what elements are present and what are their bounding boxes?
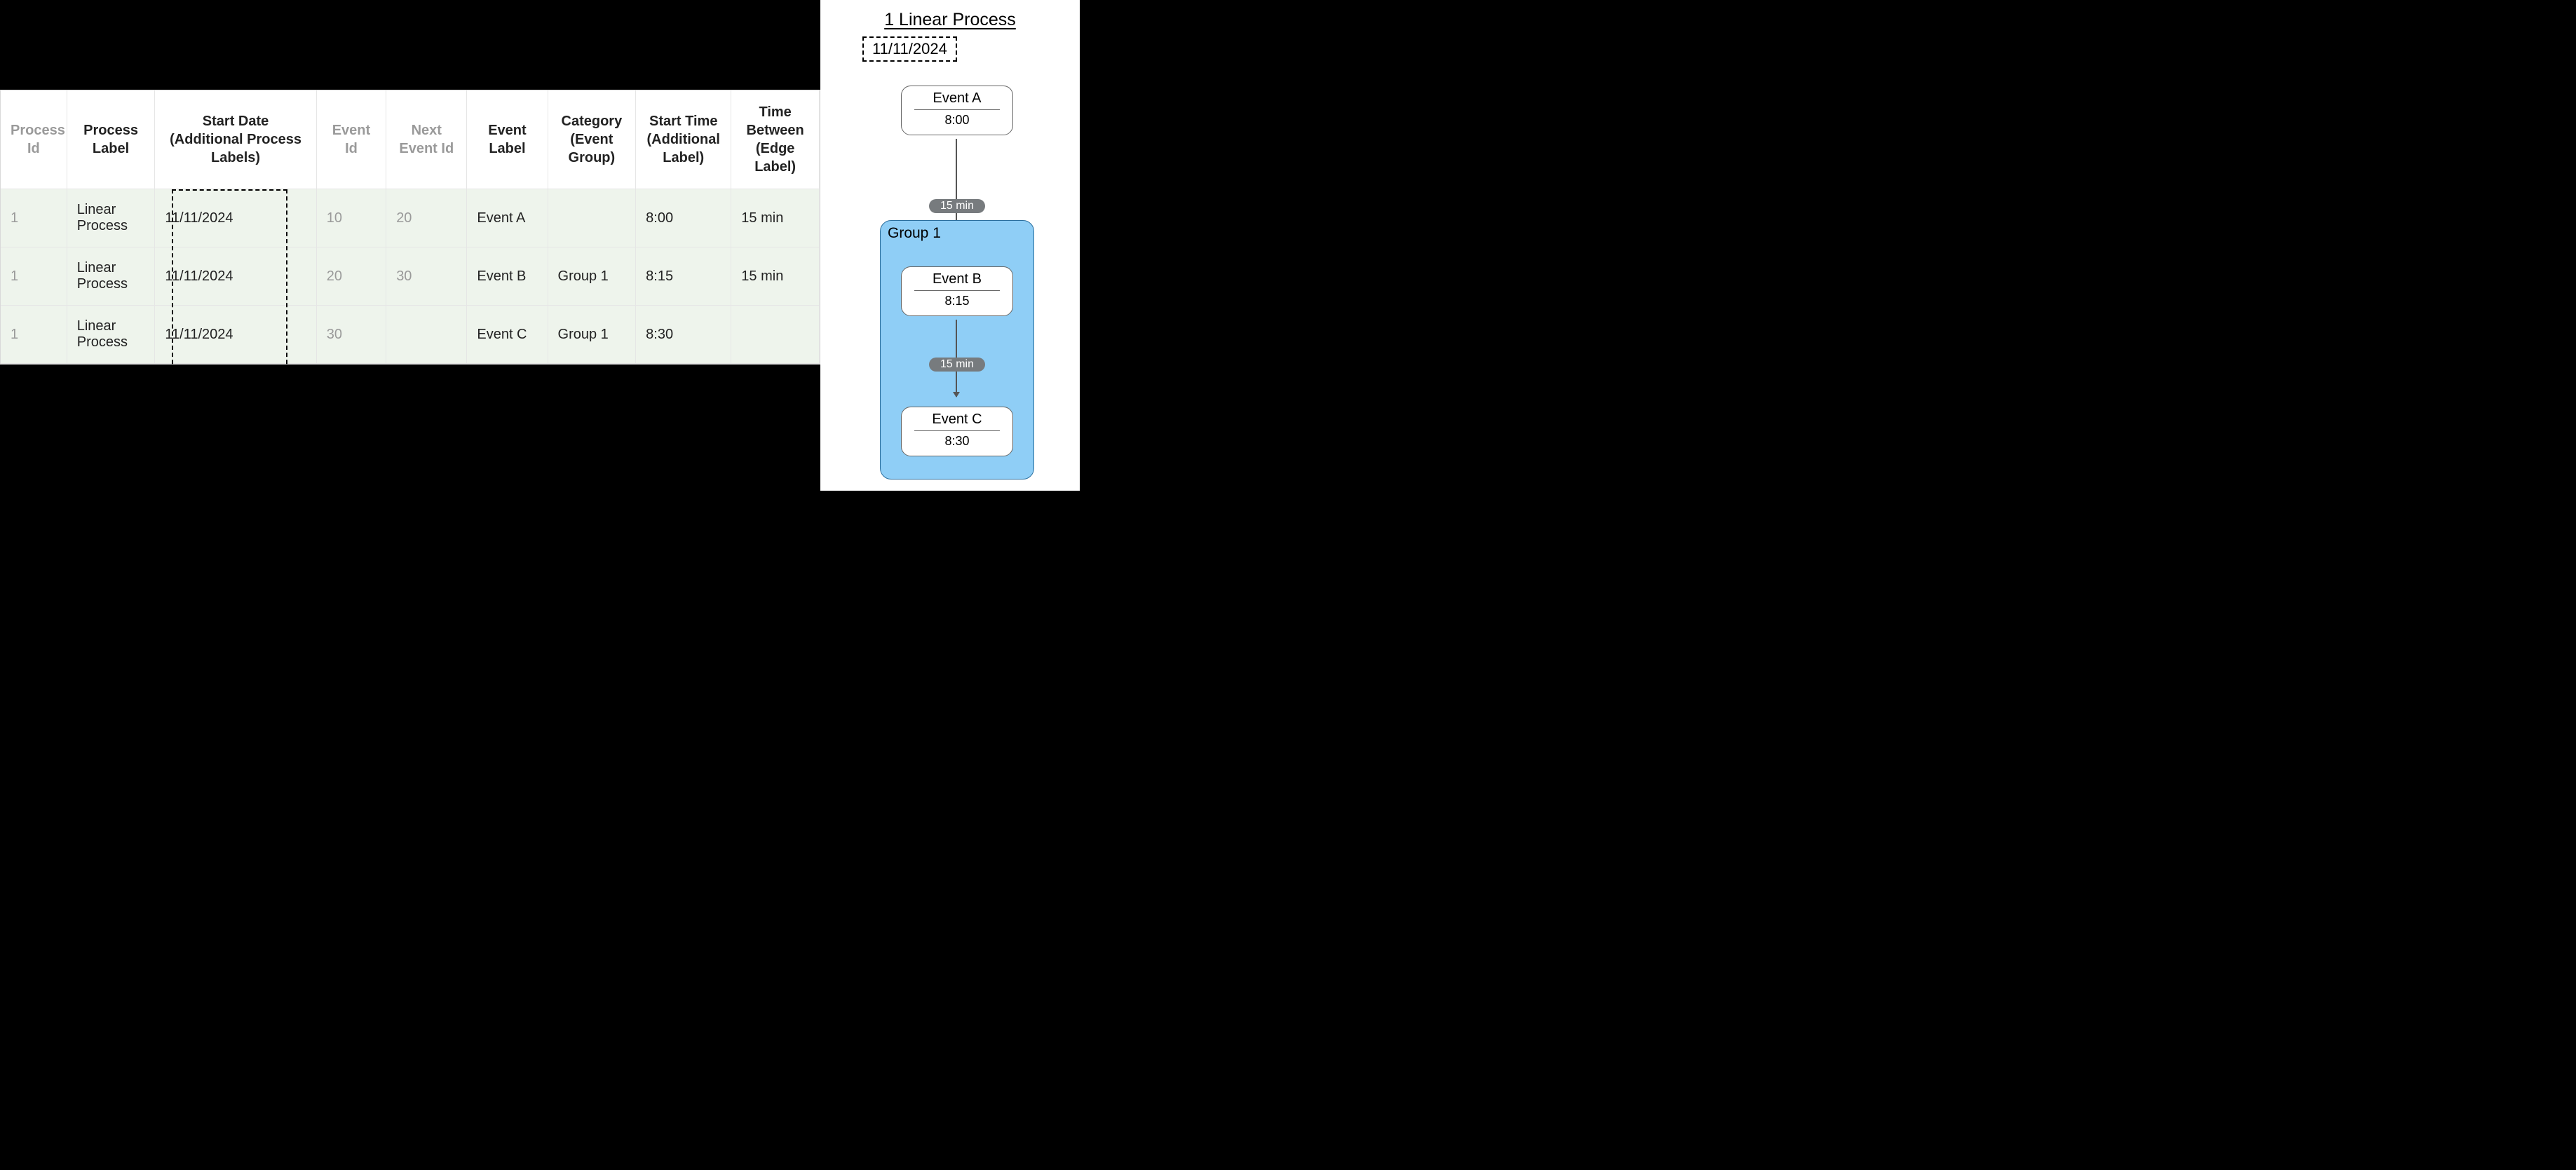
cell-category: Group 1 xyxy=(548,306,636,364)
data-table: Process Id Process Label Start Date (Add… xyxy=(0,90,820,365)
cell-event-id: 10 xyxy=(316,189,386,247)
cell-event-id: 30 xyxy=(316,306,386,364)
cell-start-time: 8:15 xyxy=(636,247,731,306)
cell-time-between: 15 min xyxy=(731,247,820,306)
col-process-id: Process Id xyxy=(1,90,67,189)
cell-start-date: 11/11/2024 xyxy=(155,306,316,364)
cell-process-id: 1 xyxy=(1,189,67,247)
cell-next-event-id xyxy=(386,306,467,364)
node-divider xyxy=(914,109,1000,110)
cell-process-label: Linear Process xyxy=(67,306,155,364)
diagram-subtitle: 11/11/2024 xyxy=(862,36,957,62)
cell-process-id: 1 xyxy=(1,247,67,306)
process-table: Process Id Process Label Start Date (Add… xyxy=(1,90,820,364)
cell-start-time: 8:00 xyxy=(636,189,731,247)
col-event-id: Event Id xyxy=(316,90,386,189)
table-row: 1 Linear Process 11/11/2024 10 20 Event … xyxy=(1,189,820,247)
col-process-label: Process Label xyxy=(67,90,155,189)
node-divider xyxy=(914,430,1000,431)
col-event-label: Event Label xyxy=(467,90,548,189)
cell-time-between: 15 min xyxy=(731,189,820,247)
cell-next-event-id: 20 xyxy=(386,189,467,247)
cell-event-label: Event B xyxy=(467,247,548,306)
cell-category xyxy=(548,189,636,247)
cell-process-label: Linear Process xyxy=(67,247,155,306)
col-category: Category (Event Group) xyxy=(548,90,636,189)
group-label: Group 1 xyxy=(881,225,1033,242)
edge-label-bc: 15 min xyxy=(929,358,985,372)
cell-next-event-id: 30 xyxy=(386,247,467,306)
node-label: Event B xyxy=(904,271,1010,290)
col-start-time: Start Time (Additional Label) xyxy=(636,90,731,189)
diagram-title: 1 Linear Process xyxy=(820,10,1080,30)
col-start-date: Start Date (Additional Process Labels) xyxy=(155,90,316,189)
node-time: 8:00 xyxy=(904,113,1010,128)
cell-start-date: 11/11/2024 xyxy=(155,247,316,306)
cell-process-label: Linear Process xyxy=(67,189,155,247)
cell-start-date: 11/11/2024 xyxy=(155,189,316,247)
node-event-c: Event C 8:30 xyxy=(901,407,1013,456)
cell-time-between xyxy=(731,306,820,364)
table-row: 1 Linear Process 11/11/2024 30 Event C G… xyxy=(1,306,820,364)
cell-event-label: Event C xyxy=(467,306,548,364)
node-divider xyxy=(914,290,1000,291)
edge-label-ab: 15 min xyxy=(929,199,985,213)
node-time: 8:15 xyxy=(904,294,1010,308)
cell-event-id: 20 xyxy=(316,247,386,306)
node-event-a: Event A 8:00 xyxy=(901,86,1013,135)
node-event-b: Event B 8:15 xyxy=(901,266,1013,316)
col-next-event-id: Next Event Id xyxy=(386,90,467,189)
cell-process-id: 1 xyxy=(1,306,67,364)
table-row: 1 Linear Process 11/11/2024 20 30 Event … xyxy=(1,247,820,306)
node-label: Event A xyxy=(904,90,1010,109)
table-header-row: Process Id Process Label Start Date (Add… xyxy=(1,90,820,189)
cell-category: Group 1 xyxy=(548,247,636,306)
cell-event-label: Event A xyxy=(467,189,548,247)
col-time-between: Time Between (Edge Label) xyxy=(731,90,820,189)
process-diagram: 1 Linear Process 11/11/2024 Event A 8:00… xyxy=(820,0,1080,491)
node-time: 8:30 xyxy=(904,434,1010,449)
cell-start-time: 8:30 xyxy=(636,306,731,364)
node-label: Event C xyxy=(904,411,1010,430)
